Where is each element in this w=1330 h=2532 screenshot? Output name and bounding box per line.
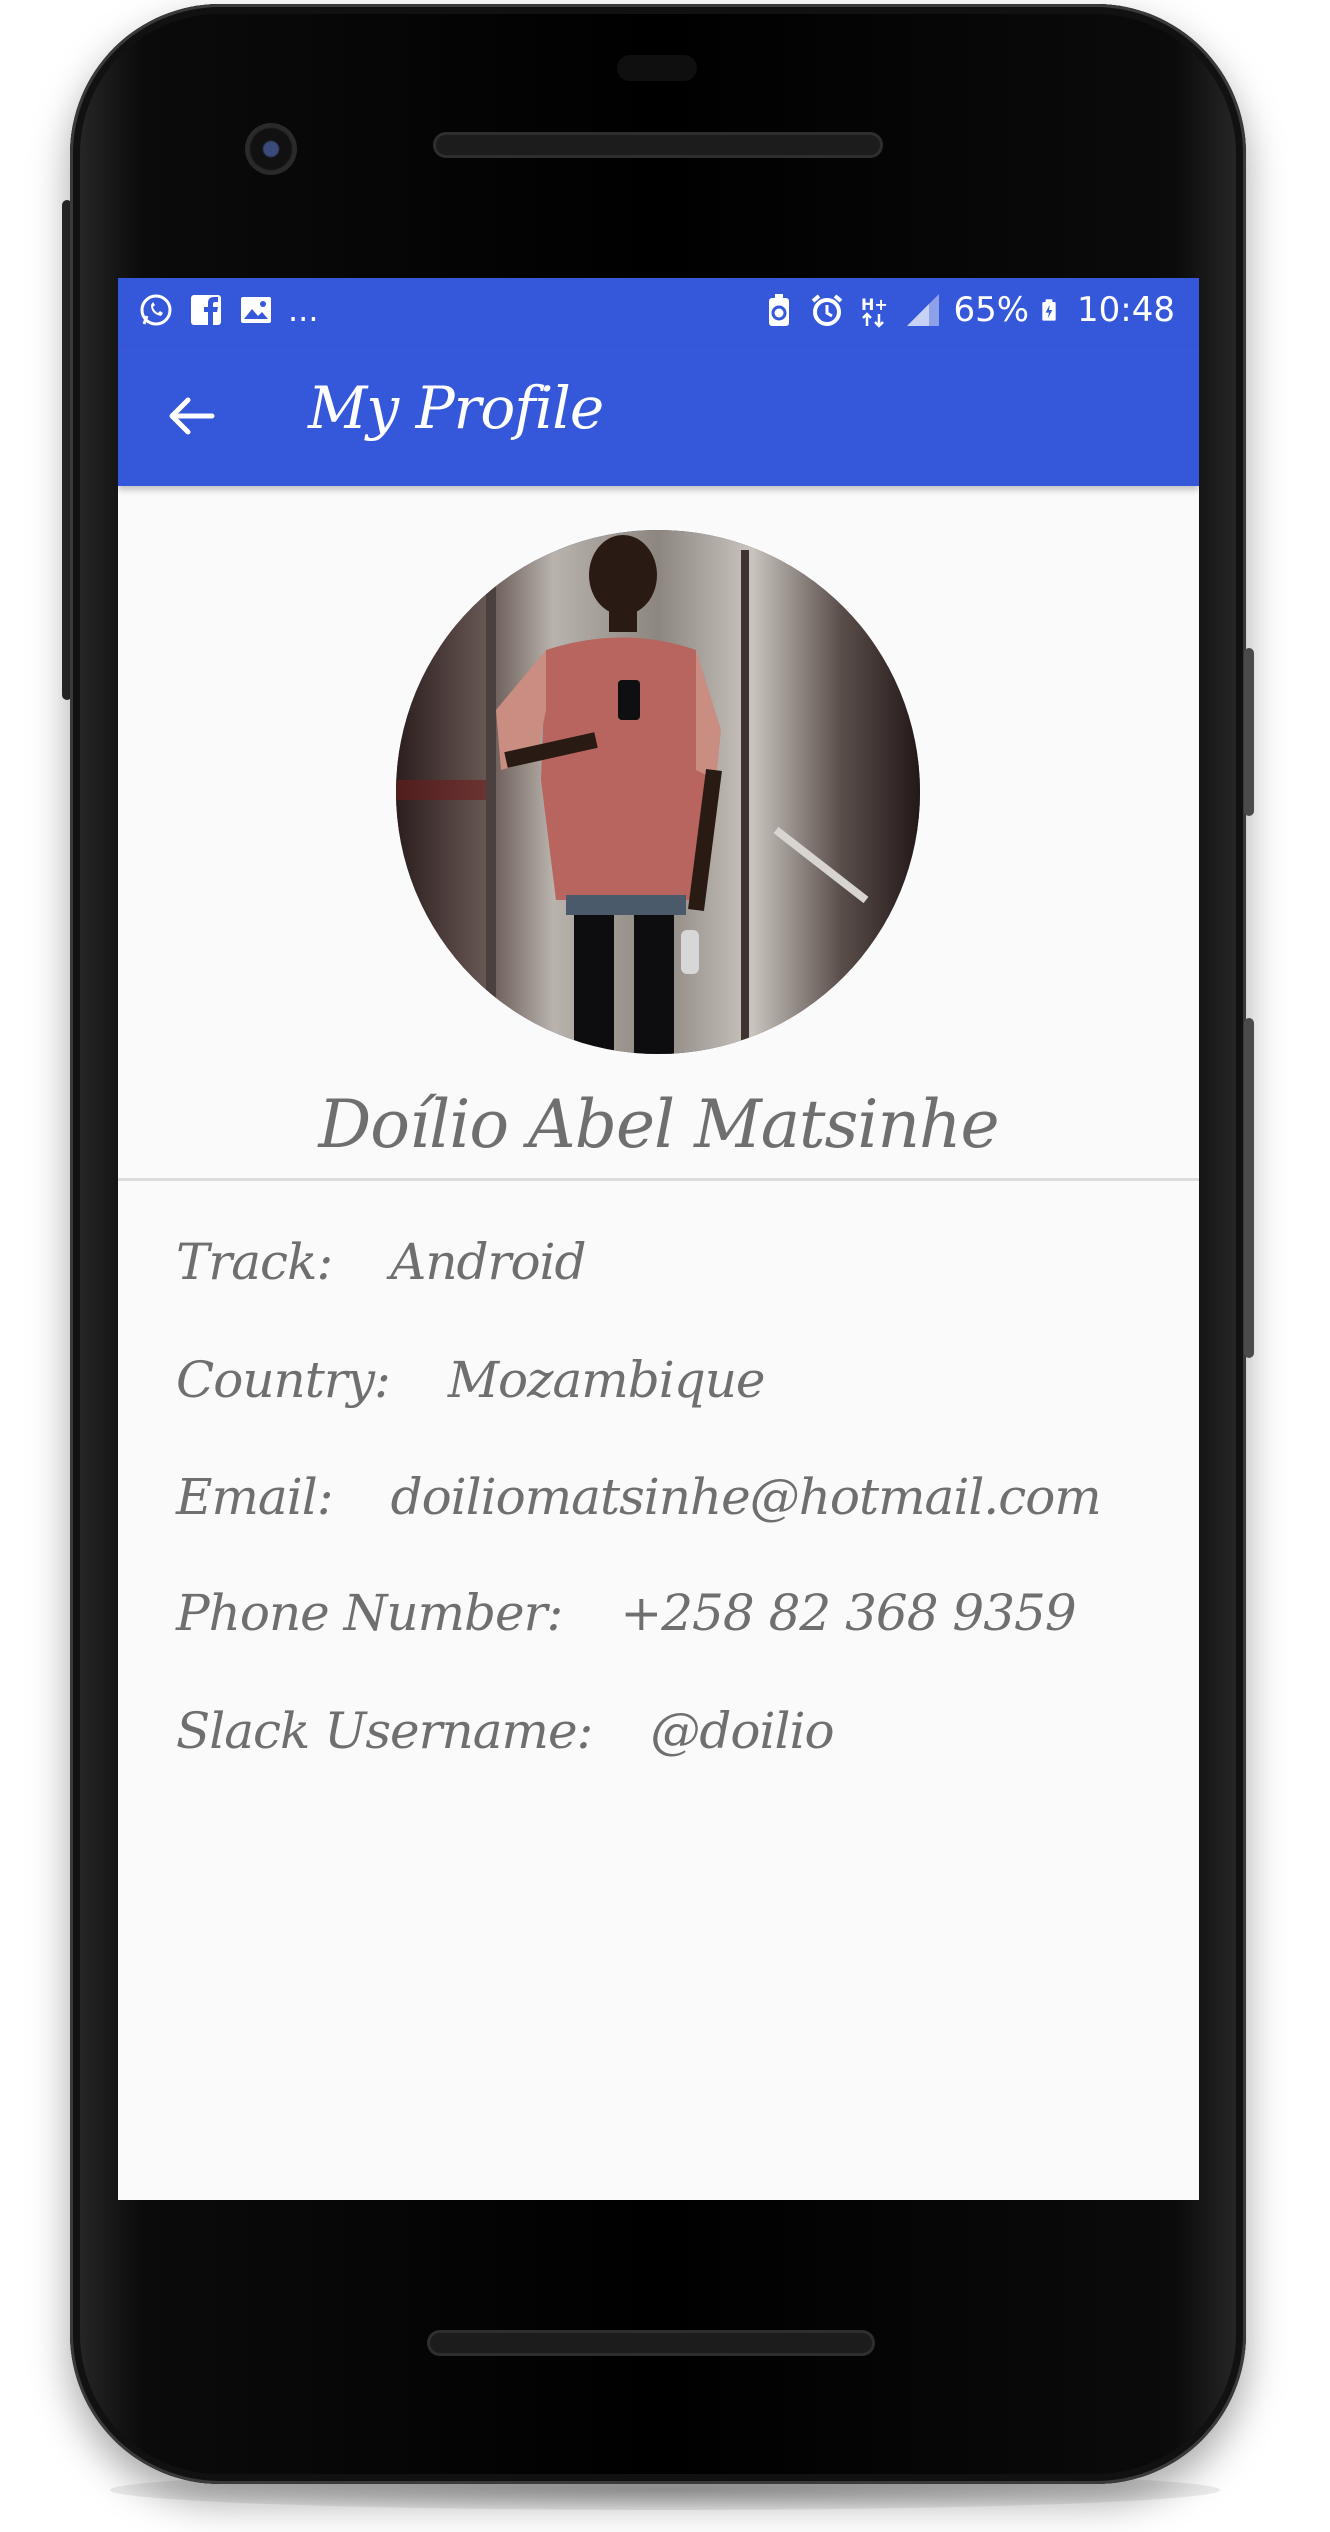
phone-value: +258 82 368 9359 bbox=[620, 1584, 1076, 1642]
country-label: Country: bbox=[176, 1351, 391, 1409]
divider bbox=[118, 1178, 1199, 1181]
top-speaker-grille bbox=[433, 132, 883, 158]
slack-value: @doilio bbox=[650, 1702, 834, 1760]
track-label: Track: bbox=[176, 1233, 333, 1291]
avatar-photo bbox=[396, 530, 920, 1054]
battery-percentage: 65% bbox=[953, 290, 1030, 330]
more-notifications-indicator: ... bbox=[288, 291, 319, 329]
track-value: Android bbox=[390, 1233, 586, 1291]
volume-button bbox=[1244, 1018, 1254, 1358]
phone-label: Phone Number: bbox=[176, 1584, 563, 1642]
battery-charging-icon bbox=[1042, 299, 1056, 321]
back-arrow-icon[interactable] bbox=[162, 388, 218, 444]
signal-icon bbox=[907, 294, 940, 326]
battery-saver-icon bbox=[769, 294, 790, 326]
email-value: doiliomatsinhe@hotmail.com bbox=[390, 1468, 1102, 1526]
front-camera bbox=[245, 123, 297, 175]
slack-row: Slack Username: @doilio bbox=[176, 1702, 835, 1760]
country-value: Mozambique bbox=[447, 1351, 766, 1409]
proximity-sensor bbox=[617, 55, 697, 81]
email-row: Email: doiliomatsinhe@hotmail.com bbox=[176, 1468, 1102, 1526]
profile-avatar bbox=[396, 530, 920, 1054]
page-title: My Profile bbox=[308, 374, 604, 442]
image-icon bbox=[241, 297, 271, 323]
phone-row: Phone Number: +258 82 368 9359 bbox=[176, 1584, 1077, 1642]
whatsapp-icon bbox=[140, 294, 172, 326]
h-plus-data-icon: H+ bbox=[861, 295, 888, 328]
status-time: 10:48 bbox=[1077, 290, 1175, 330]
facebook-icon bbox=[191, 295, 221, 325]
alarm-icon bbox=[812, 294, 843, 326]
status-bar: ... H+ 65% 10:48 bbox=[118, 278, 1199, 346]
country-row: Country: Mozambique bbox=[176, 1351, 766, 1409]
slack-label: Slack Username: bbox=[176, 1702, 593, 1760]
app-bar: My Profile bbox=[118, 346, 1199, 486]
bottom-speaker-grille bbox=[427, 2330, 875, 2356]
svg-text:H+: H+ bbox=[861, 295, 888, 314]
profile-name: Doílio Abel Matsinhe bbox=[318, 1086, 999, 1163]
screen: ... H+ 65% 10:48 My Profile Doílio Abel … bbox=[118, 278, 1199, 2200]
track-row: Track: Android bbox=[176, 1233, 587, 1291]
power-button bbox=[1244, 648, 1254, 816]
notification-icons: ... bbox=[138, 292, 319, 328]
email-label: Email: bbox=[176, 1468, 334, 1526]
system-status: H+ 65% 10:48 bbox=[761, 290, 1175, 330]
